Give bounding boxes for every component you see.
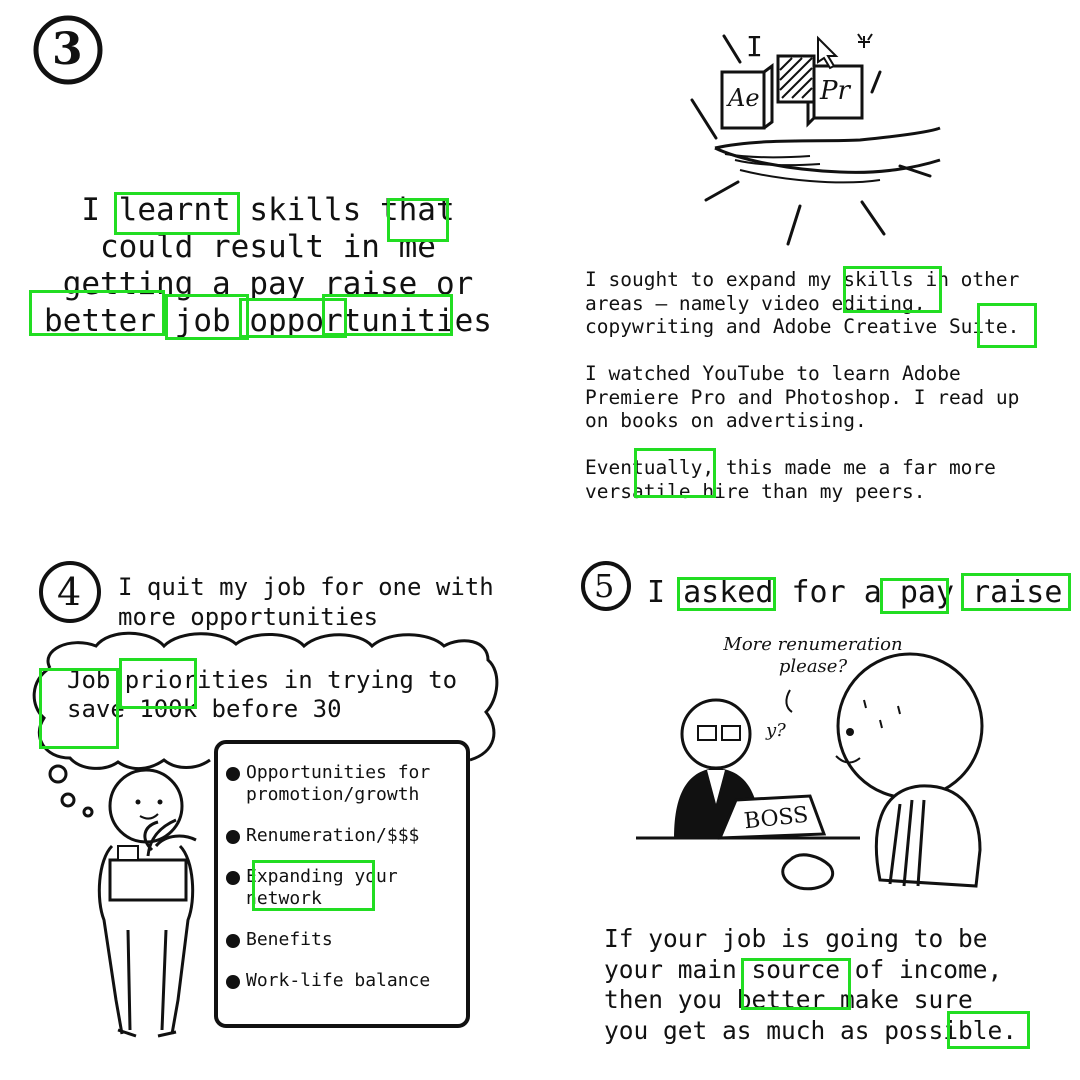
panel-5-title: I asked for a pay raise	[647, 575, 1063, 610]
caption-line: your main source of income,	[604, 954, 1003, 984]
caption-line: you get as much as possible.	[604, 1015, 1018, 1045]
panel-5-caption: If your job is going to be your main sou…	[604, 924, 1017, 1046]
panel-5-drawing	[581, 561, 984, 891]
speech-text: More renumeration please?	[708, 634, 918, 678]
panel-5-number: 5	[594, 567, 615, 605]
caption-line: If your job is going to be	[604, 924, 988, 953]
caption-line: then you better make sure	[604, 985, 973, 1014]
speech-line: please?	[778, 656, 848, 677]
boss-reply: y?	[766, 720, 786, 741]
speech-line: More renumeration	[723, 634, 903, 655]
